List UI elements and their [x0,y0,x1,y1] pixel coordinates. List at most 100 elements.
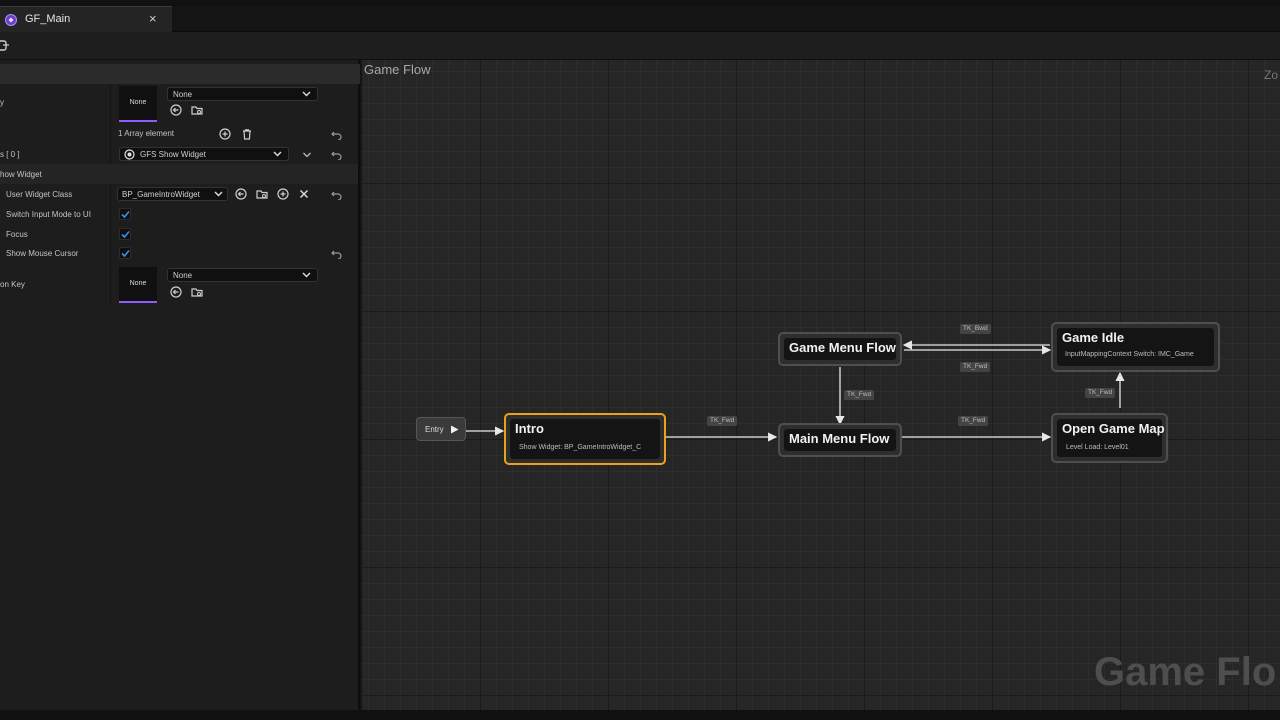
asset-picker-dropdown[interactable]: None [167,268,318,282]
status-bar [0,710,1280,720]
clear-icon[interactable] [298,188,310,200]
toolbar [0,32,1280,60]
array-item-dropdown[interactable]: GFS Show Widget [119,147,289,161]
entry-label: Entry [425,425,444,434]
use-selected-icon[interactable] [235,188,247,200]
column-divider [110,144,111,164]
node-subtitle: InputMappingContext Switch: IMC_Game [1065,351,1194,358]
asset-thumbnail[interactable]: None [119,267,157,303]
node-open-game-map[interactable]: Open Game Map Level Load: Level01 [1051,413,1168,463]
browse-folder-icon[interactable] [256,188,268,200]
array-item-row: s [ 0 ] GFS Show Widget [0,144,358,164]
switch-input-mode-label: Switch Input Mode to UI [6,210,91,219]
node-body: Game Idle InputMappingContext Switch: IM… [1057,328,1214,366]
key-asset-row: on Key None None [0,264,358,306]
tab-title: GF_Main [25,13,71,25]
checkmark-icon [121,249,130,258]
node-game-idle[interactable]: Game Idle InputMappingContext Switch: IM… [1051,322,1220,372]
user-widget-class-value: BP_GameIntroWidget [122,190,200,199]
show-mouse-cursor-label: Show Mouse Cursor [6,249,79,258]
create-new-icon[interactable] [277,188,289,200]
show-mouse-cursor-row: Show Mouse Cursor [0,244,358,264]
node-title: Game Idle [1062,330,1125,345]
details-panel-header [0,64,360,84]
chevron-down-icon [302,272,311,278]
trash-icon[interactable] [241,128,253,140]
transition-label-open-idle[interactable]: TK_Fwd [1085,388,1116,398]
column-divider [110,84,111,124]
array-count: 1 Array element [118,129,175,138]
key-asset-label: on Key [0,280,25,289]
reset-to-default-icon[interactable] [331,150,342,160]
column-divider [110,124,111,144]
user-widget-class-dropdown[interactable]: BP_GameIntroWidget [117,187,228,201]
column-divider [110,244,111,264]
tab-gf-main[interactable]: GF_Main × [0,6,172,32]
asset-picker-value: None [173,271,193,280]
node-title: Intro [515,421,544,436]
node-subtitle: Show Widget: BP_GameIntroWidget_C [519,444,642,451]
thumbnail-label: None [129,99,147,106]
property-row-y: y None None [0,84,358,124]
node-subtitle: Level Load: Level01 [1066,444,1129,451]
array-item-label: s [ 0 ] [0,150,20,159]
node-body: Intro Show Widget: BP_GameIntroWidget_C [510,419,660,459]
add-element-icon[interactable] [219,128,231,140]
node-title: Open Game Map [1062,421,1165,436]
column-divider [110,184,111,204]
node-body: Game Menu Flow [784,338,896,360]
checkmark-icon [121,230,130,239]
expand-chevron-icon[interactable] [301,149,313,161]
asset-picker-value: None [173,90,193,99]
node-body: Open Game Map Level Load: Level01 [1057,419,1165,457]
transition-label-menu-main[interactable]: TK_Fwd [844,390,875,400]
switch-input-mode-row: Switch Input Mode to UI [0,204,358,224]
transition-label-idle-menu[interactable]: TK_Bwd [960,324,991,334]
checkmark-icon [121,210,130,219]
asset-thumbnail[interactable]: None [119,86,157,122]
transition-label-intro-main[interactable]: TK_Fwd [707,416,738,426]
column-divider [110,204,111,224]
node-title: Main Menu Flow [789,431,890,446]
column-divider [110,264,111,306]
entry-node[interactable]: Entry [416,417,466,441]
node-body: Main Menu Flow [784,429,896,451]
show-mouse-cursor-checkbox[interactable] [119,247,131,259]
transition-label-main-open[interactable]: TK_Fwd [958,416,989,426]
node-game-menu-flow[interactable]: Game Menu Flow [778,332,902,366]
chevron-down-icon [214,191,223,197]
user-widget-class-label: User Widget Class [6,190,73,199]
focus-checkbox[interactable] [119,228,131,240]
use-selected-icon[interactable] [170,104,182,116]
node-main-menu-flow[interactable]: Main Menu Flow [778,423,902,457]
reset-to-default-icon[interactable] [331,130,342,140]
array-item-value: GFS Show Widget [140,150,206,159]
show-widget-section-header[interactable]: how Widget [0,164,358,184]
chevron-down-icon [273,151,282,157]
focus-label: Focus [6,230,28,239]
browse-folder-icon[interactable] [191,104,203,116]
switch-input-mode-checkbox[interactable] [119,208,131,220]
game-flow-asset-icon [5,14,17,26]
section-title: how Widget [0,170,42,179]
play-icon [451,425,459,434]
node-title: Game Menu Flow [789,340,896,355]
use-selected-icon[interactable] [170,286,182,298]
array-header-row: 1 Array element [0,124,358,144]
transition-edges [466,340,1125,442]
widget-class-icon [124,149,135,160]
state-graph-canvas[interactable]: Game Flow Zo Game Flo Entry Intro Show W… [362,60,1280,710]
reset-to-default-icon[interactable] [331,249,342,259]
property-label-y: y [0,98,4,107]
browse-icon[interactable] [0,39,12,53]
user-widget-class-row: User Widget Class BP_GameIntroWidget [0,184,358,204]
thumbnail-label: None [129,280,147,287]
node-intro[interactable]: Intro Show Widget: BP_GameIntroWidget_C [504,413,666,465]
browse-folder-icon[interactable] [191,286,203,298]
details-panel: y None None 1 Array element s [ 0 ] GFS … [0,60,360,716]
close-tab-icon[interactable]: × [149,11,157,26]
focus-row: Focus [0,224,358,244]
asset-picker-dropdown[interactable]: None [167,87,318,101]
reset-to-default-icon[interactable] [331,190,342,200]
transition-label-menu-idle[interactable]: TK_Fwd [960,362,991,372]
